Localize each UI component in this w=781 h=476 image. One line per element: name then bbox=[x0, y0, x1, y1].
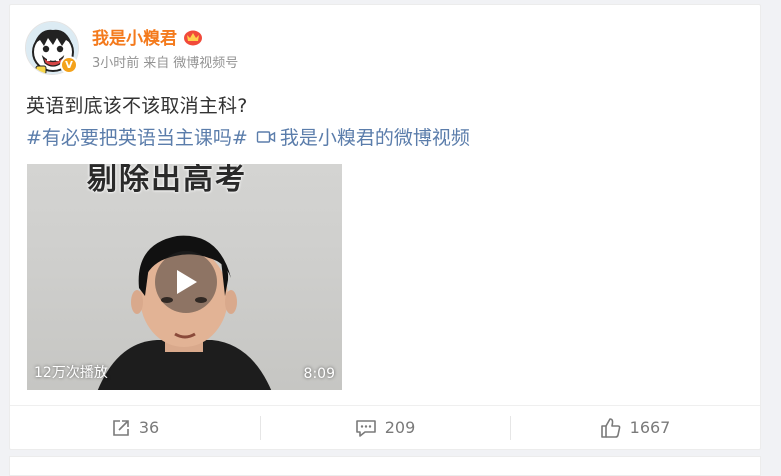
weibo-post-card: V 我是小糗君 3小时前 来自 微博视频号 英语到底该不该取消主科? #有必要把… bbox=[9, 4, 761, 450]
play-button[interactable] bbox=[155, 251, 217, 313]
share-count: 36 bbox=[138, 418, 160, 437]
share-icon bbox=[113, 419, 129, 436]
video-link[interactable]: 我是小糗君的微博视频 bbox=[256, 123, 470, 150]
like-count: 1667 bbox=[629, 418, 671, 437]
share-button[interactable]: 36 bbox=[10, 406, 260, 449]
thumbs-up-icon bbox=[600, 417, 621, 438]
next-post-card bbox=[9, 456, 761, 476]
username-link[interactable]: 我是小糗君 bbox=[92, 24, 177, 49]
video-player[interactable]: 剔除出高考 12万次播放 8:09 bbox=[27, 164, 342, 390]
comment-icon bbox=[355, 419, 376, 437]
post-timestamp[interactable]: 3小时前 bbox=[92, 52, 139, 71]
like-button[interactable]: 1667 bbox=[510, 406, 760, 449]
post-meta: 3小时前 来自 微博视频号 bbox=[92, 52, 238, 71]
post-links: #有必要把英语当主课吗# 我是小糗君的微博视频 bbox=[26, 123, 470, 150]
video-icon bbox=[256, 130, 276, 143]
verified-badge-icon: V bbox=[60, 56, 78, 74]
video-duration: 8:09 bbox=[303, 366, 335, 382]
vip-crown-icon[interactable] bbox=[183, 28, 203, 46]
post-text: 英语到底该不该取消主科? bbox=[26, 95, 248, 117]
hashtag-link[interactable]: #有必要把英语当主课吗# bbox=[26, 123, 248, 150]
post-action-bar: 36 209 1667 bbox=[10, 405, 760, 449]
video-caption: 剔除出高考 bbox=[87, 164, 247, 197]
comment-count: 209 bbox=[384, 418, 416, 437]
via-label: 来自 bbox=[143, 56, 170, 71]
play-icon bbox=[177, 270, 197, 294]
video-link-label: 我是小糗君的微博视频 bbox=[279, 127, 470, 149]
author-row: 我是小糗君 bbox=[92, 24, 203, 49]
post-source[interactable]: 微博视频号 bbox=[173, 52, 238, 71]
comment-button[interactable]: 209 bbox=[260, 406, 510, 449]
video-view-count: 12万次播放 bbox=[34, 365, 108, 381]
